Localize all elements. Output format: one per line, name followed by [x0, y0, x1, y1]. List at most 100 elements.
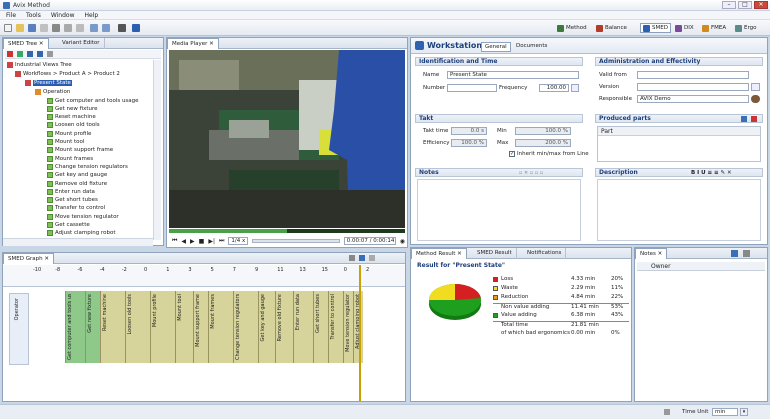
takt-time-field[interactable]: 0.0 s — [451, 127, 487, 135]
activity-bar[interactable]: Enter run data — [293, 291, 313, 363]
tree-hscrollbar[interactable] — [3, 238, 153, 246]
maximize-button[interactable]: □ — [738, 1, 752, 9]
menu-file[interactable]: File — [6, 12, 16, 19]
remove-part-icon[interactable] — [751, 116, 757, 122]
activity-bar[interactable]: Mount support frame — [193, 291, 208, 363]
notes-toolbar-icons[interactable]: ▫ ✕ ▫ ▫ ▫ — [519, 170, 543, 176]
tree-present-state[interactable]: Present State — [25, 78, 72, 87]
redo-icon[interactable] — [102, 24, 110, 32]
open-icon[interactable] — [16, 24, 24, 32]
tree-root[interactable]: Industrial Views Tree — [7, 60, 72, 69]
part-column-header[interactable]: Part — [598, 127, 760, 136]
tab-documents[interactable]: Documents — [513, 42, 550, 50]
activity-bar[interactable]: Loosen old tools — [125, 291, 150, 363]
tab-variant-editor[interactable]: Variant Editor — [58, 38, 105, 49]
video-progress[interactable] — [169, 229, 405, 233]
menu-tools[interactable]: Tools — [26, 12, 41, 19]
print-icon[interactable] — [40, 24, 48, 32]
perspective-fmea[interactable]: FMEA — [700, 23, 728, 33]
stop-icon[interactable]: ■ — [199, 238, 205, 245]
tab-general[interactable]: General — [481, 42, 511, 52]
minimize-button[interactable]: – — [722, 1, 736, 9]
perspective-ergo[interactable]: Ergo — [733, 23, 759, 33]
administration-title: Administration and Effectivity — [599, 58, 701, 65]
max-field[interactable]: 200.0 % — [515, 139, 571, 147]
first-frame-icon[interactable]: ⏮ — [172, 237, 177, 245]
perspective-balance[interactable]: Balance — [594, 23, 629, 33]
cut-icon[interactable] — [52, 24, 60, 32]
frequency-field[interactable]: 100.00 — [539, 84, 569, 92]
add-icon[interactable] — [17, 51, 23, 57]
activity-bar[interactable]: Get computer and tools usage — [65, 291, 85, 363]
volume-icon[interactable]: ◉ — [400, 238, 405, 245]
notes-area[interactable] — [417, 179, 581, 241]
tree-workflow[interactable]: Workflows > Product A > Product 2 — [15, 69, 120, 78]
activity-bar[interactable]: Change tension regulators — [233, 291, 258, 363]
perspective-smed[interactable]: SMED — [640, 23, 671, 33]
activity-bar[interactable]: Mount frames — [208, 291, 233, 363]
activity-bar[interactable]: Get key and gauge — [258, 291, 275, 363]
activity-bar[interactable]: Reset machine — [100, 291, 125, 363]
settings-icon[interactable] — [118, 24, 126, 32]
frequency-spinner[interactable] — [571, 84, 579, 92]
activity-bar[interactable]: Get new fixture — [85, 291, 100, 363]
perspective-dix[interactable]: DIX — [673, 23, 696, 33]
tree-scrollbar[interactable] — [153, 60, 161, 240]
copy-icon[interactable] — [64, 24, 72, 32]
perspective-method[interactable]: Method — [555, 23, 589, 33]
add-part-icon[interactable] — [741, 116, 747, 122]
tab-smed-tree[interactable]: SMED Tree ✕ — [3, 38, 49, 49]
activity-bar[interactable]: Mount tool — [175, 291, 193, 363]
step-back-icon[interactable]: ◀ — [181, 238, 186, 245]
collapse-icon[interactable] — [47, 51, 53, 57]
inherit-checkbox[interactable]: ✓ — [509, 151, 515, 157]
activity-bar[interactable]: Get short tubes — [313, 291, 328, 363]
activity-bar[interactable]: Remove old fixture — [275, 291, 293, 363]
tab-notifications[interactable]: Notifications — [523, 248, 567, 259]
activity-bar[interactable]: Adjust clamping robot — [353, 291, 363, 363]
time-unit-dropdown-icon[interactable]: ▾ — [740, 408, 748, 416]
activity-bar[interactable]: Move tension regulator — [343, 291, 353, 363]
owner-column-header[interactable]: Owner — [651, 263, 671, 270]
last-frame-icon[interactable]: ⏭ — [219, 237, 224, 245]
move-up-icon[interactable] — [27, 51, 33, 57]
delete-icon[interactable] — [7, 51, 13, 57]
version-lookup-button[interactable] — [751, 83, 760, 91]
video-frame[interactable] — [169, 50, 405, 228]
description-format-icons[interactable]: B I U ≡ ≡ ✎ ✕ — [691, 170, 732, 176]
tab-smed-result[interactable]: SMED Result — [473, 248, 517, 259]
tree-operation[interactable]: Operation — [35, 87, 70, 96]
tab-method-result[interactable]: Method Result ✕ — [411, 248, 467, 259]
seek-bar[interactable] — [252, 239, 340, 243]
tab-notes[interactable]: Notes ✕ — [635, 248, 668, 259]
responsible-field[interactable]: AVIX Demo — [637, 95, 749, 103]
new-icon[interactable] — [4, 24, 12, 32]
menu-help[interactable]: Help — [85, 12, 99, 19]
valid-from-field[interactable] — [637, 71, 749, 79]
number-field[interactable] — [447, 84, 497, 92]
notes-add-icon[interactable] — [731, 250, 738, 257]
speed-select[interactable]: 1/4 x — [228, 237, 249, 245]
tree-task-item[interactable]: Adjust clamping robot — [47, 229, 115, 238]
name-field[interactable]: Present State — [447, 71, 579, 79]
flag-icon[interactable] — [132, 24, 140, 32]
efficiency-field[interactable]: 100.0 % — [451, 139, 487, 147]
user-icon[interactable] — [751, 95, 760, 103]
undo-icon[interactable] — [90, 24, 98, 32]
time-unit-select[interactable]: min — [712, 408, 738, 416]
activity-bar[interactable]: Transfer to control — [328, 291, 343, 363]
version-field[interactable] — [637, 83, 749, 91]
save-icon[interactable] — [28, 24, 36, 32]
menu-window[interactable]: Window — [51, 12, 75, 19]
step-forward-icon[interactable]: ▶| — [208, 238, 215, 245]
notes-filter-icon[interactable] — [743, 250, 750, 257]
time-cursor[interactable] — [359, 265, 361, 401]
paste-icon[interactable] — [76, 24, 84, 32]
description-area[interactable] — [597, 179, 761, 241]
move-down-icon[interactable] — [37, 51, 43, 57]
play-icon[interactable]: ▶ — [190, 238, 195, 245]
min-field[interactable]: 100.0 % — [515, 127, 571, 135]
close-window-button[interactable]: ✕ — [754, 1, 768, 9]
tab-media-player[interactable]: Media Player ✕ — [167, 38, 219, 49]
activity-bar[interactable]: Mount profile — [150, 291, 175, 363]
